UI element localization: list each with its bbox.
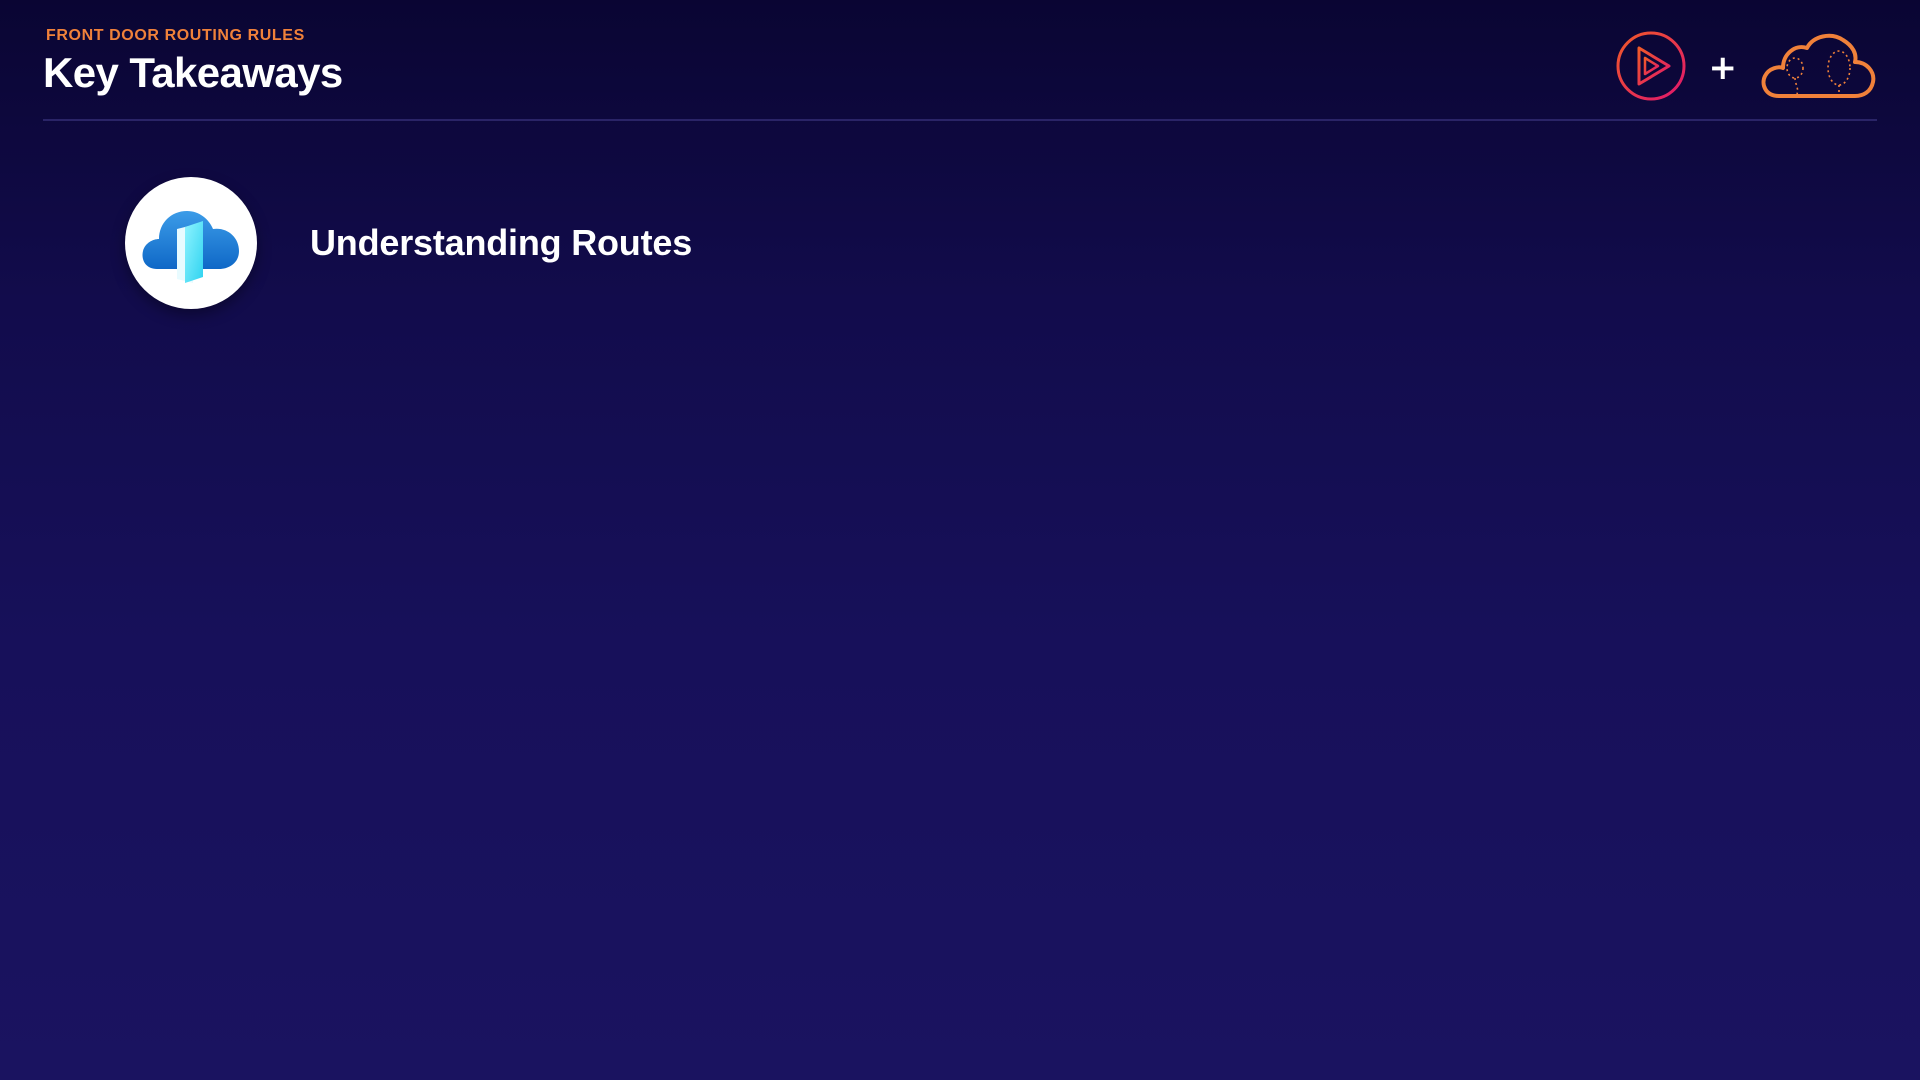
takeaway-label: Understanding Routes: [310, 222, 693, 263]
header-divider: [43, 119, 1877, 121]
azure-front-door-icon: [125, 177, 257, 309]
brand-logos: +: [1615, 28, 1878, 108]
takeaway-item: Understanding Routes: [125, 177, 692, 309]
plus-separator: +: [1708, 48, 1738, 88]
slide-header: FRONT DOOR ROUTING RULES Key Takeaways: [43, 26, 343, 98]
play-circle-icon: [1615, 30, 1687, 107]
cloud-icon: [1759, 30, 1877, 107]
section-eyebrow: FRONT DOOR ROUTING RULES: [46, 27, 305, 44]
slide-title: Key Takeaways: [43, 49, 343, 96]
